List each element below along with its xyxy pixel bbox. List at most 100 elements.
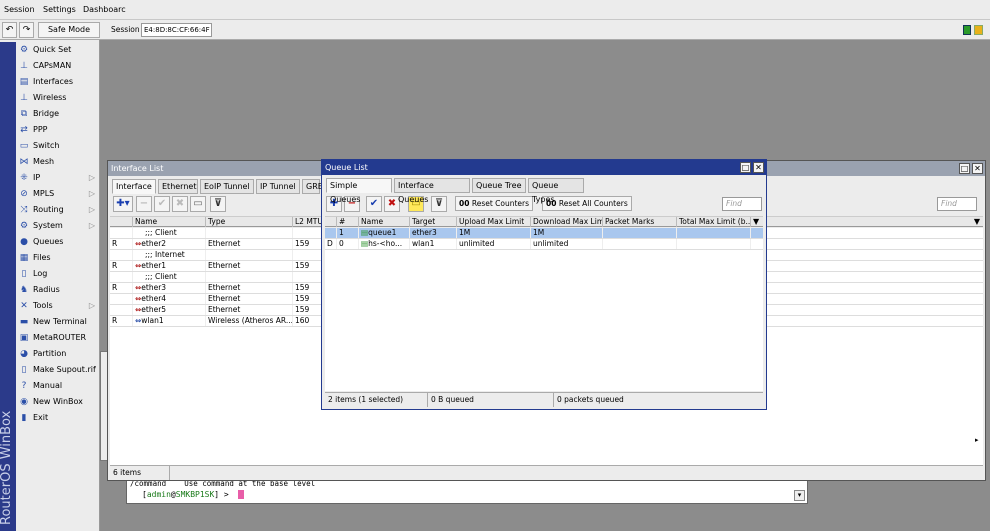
- tab-ethernet[interactable]: Ethernet: [158, 179, 198, 194]
- sidebar-item-routing[interactable]: ⤨ Routing ▷: [17, 202, 99, 218]
- sidebar-item-tools[interactable]: ✕ Tools ▷: [17, 298, 99, 314]
- col-queue-num[interactable]: #: [337, 217, 359, 227]
- col-queue-name[interactable]: Name: [359, 217, 410, 227]
- interface-list-title: Interface List: [111, 164, 164, 173]
- sidebar-item-new-winbox[interactable]: ◉ New WinBox: [17, 394, 99, 410]
- sidebar-item-manual[interactable]: ? Manual: [17, 378, 99, 394]
- interface-find-input[interactable]: Find: [937, 197, 977, 211]
- queue-tab-queue-tree[interactable]: Queue Tree: [472, 178, 526, 193]
- enable-icon[interactable]: ✔: [154, 196, 170, 212]
- sidebar-item-queues[interactable]: ● Queues: [17, 234, 99, 250]
- sidebar-item-make-supout-rif[interactable]: ▯ Make Supout.rif: [17, 362, 99, 378]
- col-l2mtu[interactable]: L2 MTU: [293, 217, 323, 227]
- sidebar-item-ppp[interactable]: ⇄ PPP: [17, 122, 99, 138]
- terminal-cursor: [237, 490, 244, 499]
- session-value: E4:8D:8C:CF:66:4F: [141, 23, 212, 37]
- queue-column-menu-icon[interactable]: ▼: [753, 217, 759, 227]
- queue-tab-simple-queues[interactable]: Simple Queues: [326, 178, 392, 204]
- partition-icon: ◕: [20, 349, 28, 359]
- sidebar-item-label: MetaROUTER: [33, 333, 87, 342]
- undo-icon[interactable]: ↶: [2, 22, 17, 38]
- sidebar-item-exit[interactable]: ▮ Exit: [17, 410, 99, 426]
- col-queue-target[interactable]: Target: [410, 217, 457, 227]
- reset-counters-button[interactable]: 00 Reset Counters: [455, 196, 534, 211]
- sidebar-item-interfaces[interactable]: ▤ Interfaces: [17, 74, 99, 90]
- row-name: ;;; Client: [133, 228, 206, 238]
- sidebar-item-label: Routing: [33, 205, 64, 214]
- terminal-prompt[interactable]: [admin@SMKBP1SK] >: [142, 489, 244, 500]
- add-icon[interactable]: ✚▾: [113, 196, 133, 212]
- tab-interface[interactable]: Interface: [112, 179, 156, 194]
- sidebar-item-capsman[interactable]: ⊥ CAPsMAN: [17, 58, 99, 74]
- queue-row[interactable]: D 0 ▤hs-<ho... wlan1 unlimited unlimited: [325, 239, 763, 250]
- sidebar-item-label: PPP: [33, 125, 48, 134]
- row-name-text: ether5: [141, 305, 167, 314]
- sidebar-item-files[interactable]: ▦ Files: [17, 250, 99, 266]
- tab-ip-tunnel[interactable]: IP Tunnel: [256, 179, 300, 194]
- row-type: [206, 250, 293, 260]
- terminal-scroll-down-icon[interactable]: ▾: [794, 490, 805, 501]
- interface-scroll-icon[interactable]: ▸: [975, 436, 983, 448]
- safe-mode-button[interactable]: Safe Mode: [38, 22, 100, 38]
- row-name-text: ether3: [141, 283, 167, 292]
- row-type: Ethernet: [206, 239, 293, 249]
- interfaces-icon: ▤: [19, 77, 29, 87]
- sidebar-item-radius[interactable]: ♞ Radius: [17, 282, 99, 298]
- terminal-window[interactable]: /command Use command at the base level […: [126, 478, 808, 504]
- col-packet-marks[interactable]: Packet Marks: [603, 217, 677, 227]
- disable-icon[interactable]: ✖: [172, 196, 188, 212]
- queue-name-text: hs-<ho...: [368, 239, 403, 248]
- queue-tab-interface-queues[interactable]: Interface Queues: [394, 178, 470, 204]
- sidebar-item-label: Switch: [33, 141, 60, 150]
- prompt-host: SMKBP1SK: [175, 490, 215, 499]
- sidebar-item-system[interactable]: ⚙ System ▷: [17, 218, 99, 234]
- col-upload-max[interactable]: Upload Max Limit: [457, 217, 531, 227]
- menu-session[interactable]: Session: [4, 0, 35, 20]
- queue-maximize-icon[interactable]: □: [740, 162, 751, 173]
- queue-item-count: 2 items (1 selected): [325, 393, 428, 407]
- sidebar-item-partition[interactable]: ◕ Partition: [17, 346, 99, 362]
- system-icon: ⚙: [19, 221, 29, 231]
- queue-tab-queue-types[interactable]: Queue Types: [528, 178, 584, 204]
- sidebar-item-mpls[interactable]: ⊘ MPLS ▷: [17, 186, 99, 202]
- new-winbox-icon: ◉: [20, 397, 28, 407]
- new-terminal-icon: ▬: [19, 317, 29, 327]
- sidebar-item-label: System: [33, 221, 63, 230]
- remove-icon[interactable]: −: [136, 196, 152, 212]
- maximize-icon[interactable]: □: [959, 163, 970, 174]
- comment-icon[interactable]: ▭: [190, 196, 206, 212]
- sidebar-item-quick-set[interactable]: ⚙ Quick Set: [17, 42, 99, 58]
- tab-gre[interactable]: GRE: [302, 179, 323, 194]
- filter-icon[interactable]: ⊽: [210, 196, 226, 212]
- column-menu-icon[interactable]: ▼: [974, 217, 980, 227]
- tab-eoip-tunnel[interactable]: EoIP Tunnel: [200, 179, 254, 194]
- reset-counters-label: Reset Counters: [471, 199, 530, 208]
- reset-all-counters-button[interactable]: 00 Reset All Counters: [542, 196, 632, 211]
- queue-cell-num: 1: [337, 228, 359, 238]
- sidebar-item-switch[interactable]: ▭ Switch: [17, 138, 99, 154]
- col-name[interactable]: Name: [133, 217, 206, 227]
- queue-list-window[interactable]: Queue List □ ✕ ✚ − ✔ ✖ ▭ ⊽ 00 Reset Coun…: [321, 159, 767, 410]
- sidebar-item-bridge[interactable]: ⧉ Bridge: [17, 106, 99, 122]
- menu-settings[interactable]: Settings: [43, 0, 76, 20]
- close-icon[interactable]: ✕: [972, 163, 983, 174]
- queue-list-titlebar[interactable]: Queue List: [322, 160, 766, 175]
- col-type[interactable]: Type: [206, 217, 293, 227]
- queue-cell-upload: unlimited: [457, 239, 531, 249]
- col-download-max[interactable]: Download Max Limit: [531, 217, 603, 227]
- sidebar-item-wireless[interactable]: ⊥ Wireless: [17, 90, 99, 106]
- queue-close-icon[interactable]: ✕: [753, 162, 764, 173]
- queue-filter-icon[interactable]: ⊽: [431, 196, 447, 212]
- col-total-max[interactable]: Total Max Limit (b...: [677, 217, 751, 227]
- sidebar-item-log[interactable]: ▯ Log: [17, 266, 99, 282]
- queue-find-input[interactable]: Find: [722, 197, 762, 211]
- sidebar-item-mesh[interactable]: ⋈ Mesh: [17, 154, 99, 170]
- menu-dashboard[interactable]: Dashboarc: [83, 0, 126, 20]
- redo-icon[interactable]: ↷: [19, 22, 34, 38]
- sidebar-item-metarouter[interactable]: ▣ MetaROUTER: [17, 330, 99, 346]
- queue-row[interactable]: 1 ▤queue1 ether3 1M 1M: [325, 228, 763, 239]
- sidebar-item-new-terminal[interactable]: ▬ New Terminal: [17, 314, 99, 330]
- queue-enable-icon[interactable]: ✔: [366, 196, 382, 212]
- sidebar-item-ip[interactable]: ⁜ IP ▷: [17, 170, 99, 186]
- log-icon: ▯: [21, 269, 27, 279]
